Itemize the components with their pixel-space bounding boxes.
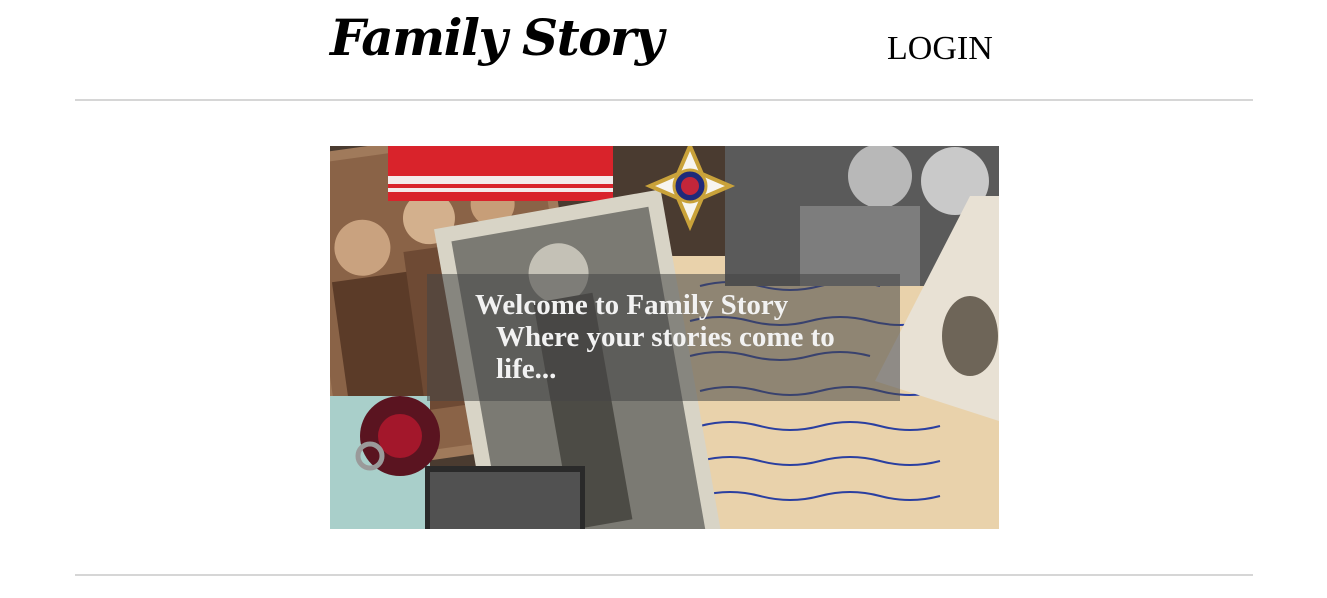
hero-text: Welcome to Family Story Where your stori…	[475, 289, 895, 385]
site-logo[interactable]: Family Story	[330, 8, 664, 67]
medal-ribbon	[388, 146, 613, 201]
footer-divider	[75, 574, 1253, 576]
hero-title: Welcome to Family Story	[475, 289, 789, 321]
login-link[interactable]: LOGIN	[887, 30, 993, 68]
header-divider	[75, 99, 1253, 101]
hero-subtitle: Where your stories come to life...	[496, 321, 835, 385]
site-header: Family Story LOGIN	[0, 0, 1327, 100]
garnet-ring	[330, 396, 440, 529]
